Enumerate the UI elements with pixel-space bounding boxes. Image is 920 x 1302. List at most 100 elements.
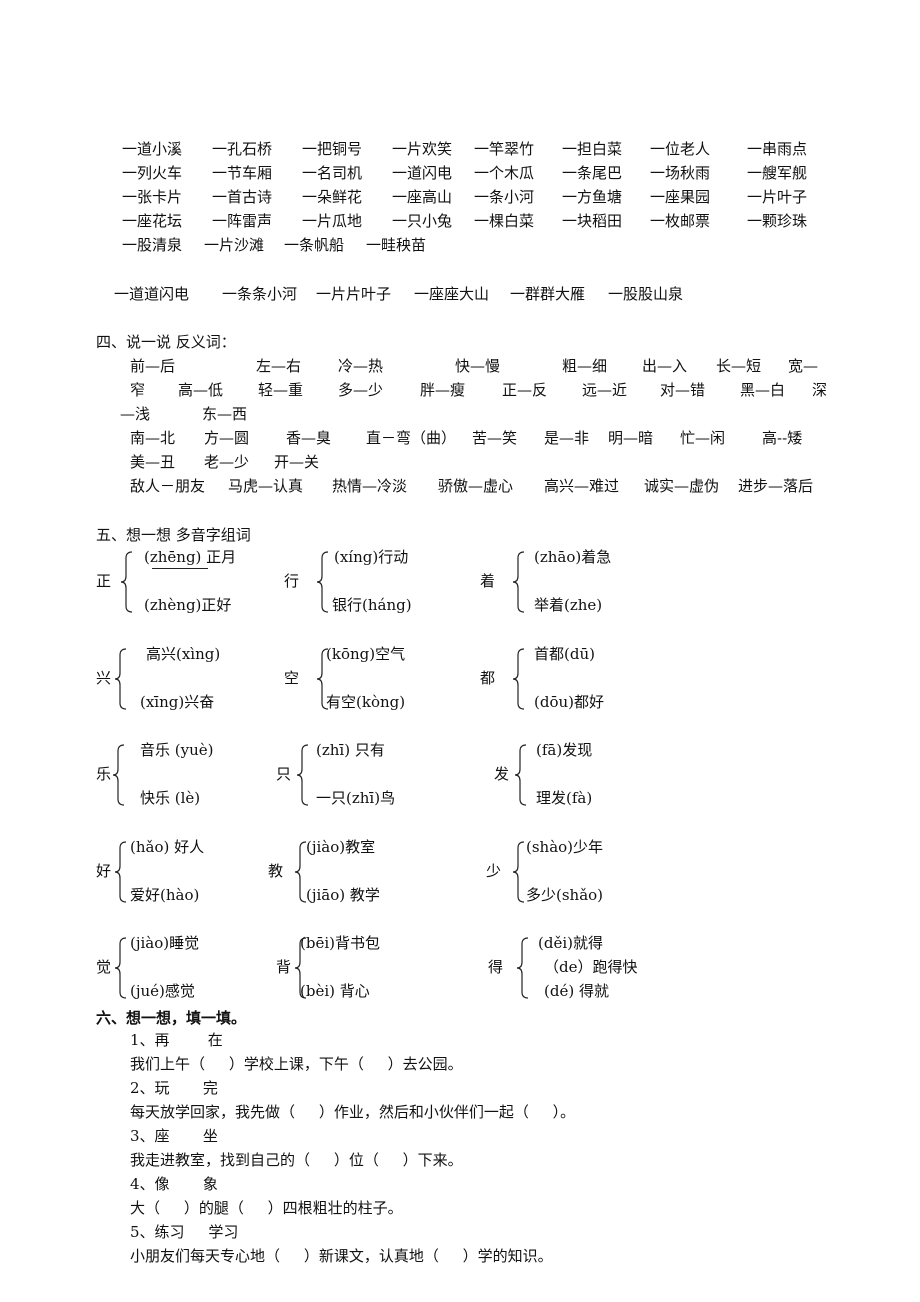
word: 一股股山泉 <box>608 285 684 303</box>
polyphonic-char: 只 <box>276 765 292 783</box>
antonym: 开—关 <box>274 453 320 471</box>
fill-options: 3、座 坐 <box>130 1127 218 1145</box>
polyphonic-word: (dōu)都好 <box>534 693 604 711</box>
polyphonic-char: 着 <box>480 572 496 590</box>
polyphonic-word: 爱好(hào) <box>130 886 200 904</box>
antonym: 宽— <box>788 357 819 375</box>
polyphonic-word: (kōng)空气 <box>326 645 406 663</box>
antonym: 轻—重 <box>258 381 304 399</box>
word: 一条帆船 <box>284 236 345 254</box>
word: 一片片叶子 <box>316 285 392 303</box>
polyphonic-char: 少 <box>486 862 502 880</box>
antonym: 诚实—虚伪 <box>644 477 720 495</box>
word: 一群群大雁 <box>510 285 586 303</box>
section-6-title: 六、想一想，填一填。 <box>96 1009 247 1027</box>
word: 一道道闪电 <box>114 285 190 303</box>
polyphonic-word: (bèi) 背心 <box>300 982 370 1000</box>
brace-icon <box>114 648 127 710</box>
polyphonic-word: (jiào)睡觉 <box>130 934 200 952</box>
polyphonic-word: (jué)感觉 <box>130 982 195 1000</box>
brace-icon <box>516 937 529 999</box>
polyphonic-word: (xíng)行动 <box>334 548 409 566</box>
polyphonic-word: 高兴(xìng) <box>146 645 221 663</box>
antonym: 香—臭 <box>286 429 332 447</box>
polyphonic-word: (bēi)背书包 <box>300 934 380 952</box>
polyphonic-word: (shào)少年 <box>526 838 604 856</box>
fill-options: 4、像 象 <box>130 1175 218 1193</box>
word: 一位老人 <box>650 140 711 158</box>
polyphonic-word: 有空(kòng) <box>326 693 406 711</box>
word: 一只小兔 <box>392 212 453 230</box>
polyphonic-word: (dé) 得就 <box>544 982 609 1000</box>
word: 一张卡片 <box>122 188 183 206</box>
word: 一畦秧苗 <box>366 236 427 254</box>
word: 一列火车 <box>122 164 183 182</box>
polyphonic-word: (jiāo) 教学 <box>306 886 380 904</box>
antonym: 快—慢 <box>455 357 501 375</box>
word: 一孔石桥 <box>212 140 273 158</box>
polyphonic-char: 都 <box>480 669 496 687</box>
antonym: 高--矮 <box>762 429 803 447</box>
antonym: 美—丑 <box>130 453 176 471</box>
antonym: 南—北 <box>130 429 176 447</box>
fill-options: 2、玩 完 <box>130 1079 218 1097</box>
antonym: 是—非 <box>544 429 590 447</box>
antonym: 胖—瘦 <box>420 381 466 399</box>
polyphonic-char: 好 <box>96 862 112 880</box>
antonym: 骄傲—虚心 <box>438 477 514 495</box>
polyphonic-word: 理发(fà) <box>536 789 593 807</box>
word: 一道闪电 <box>392 164 453 182</box>
word: 一座果园 <box>650 188 711 206</box>
polyphonic-word: 快乐 (lè) <box>140 789 201 807</box>
polyphonic-word: (jiào)教室 <box>306 838 376 856</box>
word: 一棵白菜 <box>474 212 535 230</box>
word: 一名司机 <box>302 164 363 182</box>
polyphonic-char: 行 <box>284 572 300 590</box>
section-5-title: 五、想一想 多音字组词 <box>96 526 251 544</box>
polyphonic-char: 兴 <box>96 669 112 687</box>
polyphonic-word: （de）跑得快 <box>544 958 638 976</box>
polyphonic-char: 正 <box>96 572 112 590</box>
antonym: 远—近 <box>582 381 628 399</box>
word: 一枚邮票 <box>650 212 711 230</box>
word: 一条小河 <box>474 188 535 206</box>
fill-sentence: 大（ ）的腿（ ）四根粗壮的柱子。 <box>130 1199 403 1217</box>
antonym: 高—低 <box>178 381 224 399</box>
polyphonic-word: 音乐 (yuè) <box>140 741 214 759</box>
section-4-title: 四、说一说 反义词： <box>96 333 236 351</box>
word: 一片欢笑 <box>392 140 453 158</box>
polyphonic-word: 举着(zhe) <box>534 596 603 614</box>
brace-icon <box>512 551 525 613</box>
brace-icon <box>114 937 127 999</box>
brace-icon <box>120 551 133 613</box>
antonym: 左—右 <box>256 357 302 375</box>
polyphonic-word: 一只(zhī)鸟 <box>316 789 396 807</box>
antonym: 马虎—认真 <box>228 477 304 495</box>
antonym: —浅 <box>120 405 151 423</box>
fill-sentence: 小朋友们每天专心地（ ）新课文，认真地（ ）学的知识。 <box>130 1247 553 1265</box>
word: 一块稻田 <box>562 212 623 230</box>
antonym: 粗—细 <box>562 357 608 375</box>
word: 一颗珍珠 <box>747 212 808 230</box>
antonym: 长—短 <box>716 357 762 375</box>
word: 一片瓜地 <box>302 212 363 230</box>
brace-icon <box>114 841 127 903</box>
word: 一条条小河 <box>222 285 298 303</box>
word: 一朵鲜花 <box>302 188 363 206</box>
word: 一座花坛 <box>122 212 183 230</box>
word: 一片叶子 <box>747 188 808 206</box>
word: 一竿翠竹 <box>474 140 535 158</box>
polyphonic-word: (zhī) 只有 <box>316 741 385 759</box>
word: 一把铜号 <box>302 140 363 158</box>
polyphonic-char: 得 <box>488 958 504 976</box>
fill-sentence: 我走进教室，找到自己的（ ）位（ ）下来。 <box>130 1151 463 1169</box>
brace-icon <box>514 744 527 806</box>
antonym: 老—少 <box>204 453 250 471</box>
antonym: 对—错 <box>660 381 706 399</box>
underline-mark <box>152 568 208 569</box>
fill-sentence: 每天放学回家，我先做（ ）作业，然后和小伙伴们一起（ ）。 <box>130 1103 576 1121</box>
word: 一个木瓜 <box>474 164 535 182</box>
polyphonic-word: (zhēng) 正月 <box>144 548 237 566</box>
word: 一股清泉 <box>122 236 183 254</box>
antonym: 东—西 <box>202 405 248 423</box>
